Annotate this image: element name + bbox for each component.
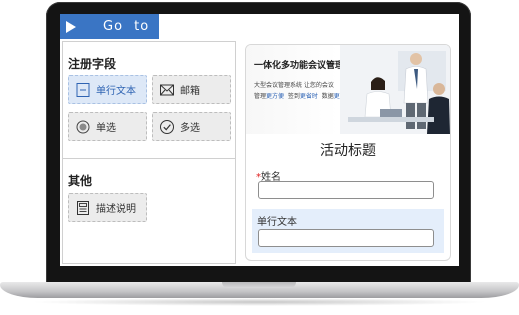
field-label: 多选 bbox=[180, 123, 200, 134]
field-description[interactable]: 描述说明 bbox=[68, 193, 147, 222]
envelope-icon bbox=[160, 84, 174, 95]
description-icon bbox=[77, 200, 89, 215]
banner-tagline: 管理更方便 签到更省时 数据更安全 bbox=[254, 93, 352, 100]
single-line-text-input[interactable] bbox=[258, 229, 434, 247]
section-title-other: 其他 bbox=[68, 174, 93, 188]
field-palette: 注册字段 单行文本 邮箱 单选 多选 其他 描述说明 bbox=[62, 41, 236, 264]
section-title-fields: 注册字段 bbox=[68, 57, 117, 71]
event-banner: 一体化多功能会议管理系统 大型会议管理系统 让您的会议 管理更方便 签到更省时 … bbox=[246, 45, 450, 134]
form-preview: 一体化多功能会议管理系统 大型会议管理系统 让您的会议 管理更方便 签到更省时 … bbox=[245, 44, 451, 261]
single-line-text-label: 单行文本 bbox=[257, 217, 297, 228]
single-line-text-icon bbox=[76, 82, 90, 97]
field-radio[interactable]: 单选 bbox=[68, 112, 147, 141]
banner-subtitle: 大型会议管理系统 让您的会议 bbox=[254, 82, 334, 89]
field-label: 邮箱 bbox=[180, 86, 200, 97]
laptop-notch bbox=[222, 282, 296, 288]
name-input[interactable] bbox=[258, 181, 434, 199]
goto-button[interactable]: Go to bbox=[60, 14, 159, 39]
checkbox-icon bbox=[160, 119, 174, 134]
field-email[interactable]: 邮箱 bbox=[152, 75, 231, 104]
business-people-illustration bbox=[340, 45, 450, 134]
single-line-text-field-row[interactable]: 单行文本 bbox=[252, 209, 444, 253]
play-icon bbox=[66, 20, 76, 33]
form-title: 活动标题 bbox=[320, 143, 376, 159]
field-checkbox[interactable]: 多选 bbox=[152, 112, 231, 141]
field-label: 单选 bbox=[96, 123, 116, 134]
section-divider bbox=[63, 158, 235, 159]
laptop-frame: Go to 注册字段 单行文本 邮箱 单选 多选 其他 描述说明 一体化多功能会… bbox=[0, 0, 519, 315]
radio-icon bbox=[76, 120, 90, 133]
field-label: 单行文本 bbox=[96, 86, 136, 97]
screen: Go to 注册字段 单行文本 邮箱 单选 多选 其他 描述说明 一体化多功能会… bbox=[60, 14, 459, 266]
field-label: 描述说明 bbox=[96, 204, 136, 215]
goto-label: Go to bbox=[103, 19, 150, 34]
field-single-line-text[interactable]: 单行文本 bbox=[68, 75, 147, 104]
laptop-shadow bbox=[30, 298, 489, 306]
